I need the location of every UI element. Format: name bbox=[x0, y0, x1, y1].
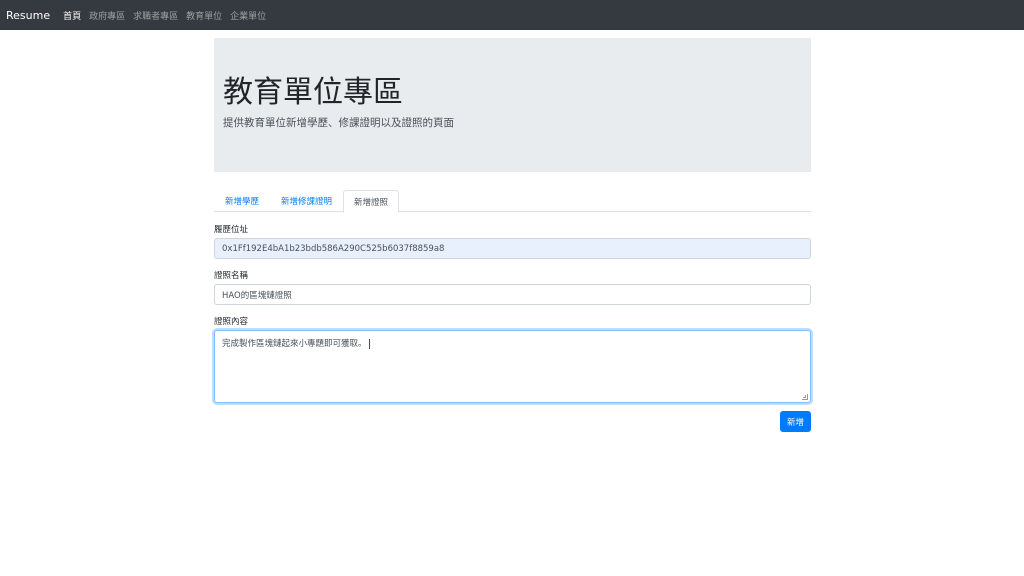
nav-link-government[interactable]: 政府專區 bbox=[89, 9, 125, 22]
tab-add-license[interactable]: 新增證照 bbox=[343, 190, 400, 213]
jumbotron: 教育單位專區 提供教育單位新增學歷、修課證明以及證照的頁面 bbox=[214, 38, 811, 172]
cert-name-label: 證照名稱 bbox=[214, 271, 249, 281]
cert-name-input[interactable]: HAO的區塊鏈證照 bbox=[214, 284, 811, 305]
form-tabs: 新增學歷 新增修課證明 新增證照 bbox=[214, 190, 811, 213]
nav-link-enterprise[interactable]: 企業單位 bbox=[230, 9, 266, 22]
cert-content-label: 證照內容 bbox=[214, 317, 249, 327]
nav-link-home[interactable]: 首頁 bbox=[63, 9, 81, 22]
navbar-brand[interactable]: Resume bbox=[6, 9, 50, 22]
resume-address-input[interactable]: 0x1Ff192E4bA1b23bdb586A290C525b6037f8859… bbox=[214, 238, 811, 259]
top-navbar: Resume 首頁 政府專區 求職者專區 教育單位 企業單位 bbox=[0, 0, 1024, 30]
tab-add-course-certificate[interactable]: 新增修課證明 bbox=[270, 190, 343, 212]
nav-link-job-seeker[interactable]: 求職者專區 bbox=[133, 9, 178, 22]
page-description: 提供教育單位新增學歷、修課證明以及證照的頁面 bbox=[223, 117, 454, 129]
tab-add-degree[interactable]: 新增學歷 bbox=[214, 190, 270, 212]
nav-link-education[interactable]: 教育單位 bbox=[186, 9, 222, 22]
submit-button[interactable]: 新增 bbox=[780, 411, 811, 432]
address-label: 履歷位址 bbox=[214, 225, 249, 235]
text-caret bbox=[368, 338, 370, 349]
resize-handle-icon[interactable] bbox=[802, 394, 808, 400]
page-title: 教育單位專區 bbox=[223, 75, 403, 110]
cert-content-textarea[interactable]: 完成製作區塊鏈起來小專題即可獲取。 bbox=[214, 330, 811, 403]
cert-content-text: 完成製作區塊鏈起來小專題即可獲取。 bbox=[222, 339, 367, 349]
